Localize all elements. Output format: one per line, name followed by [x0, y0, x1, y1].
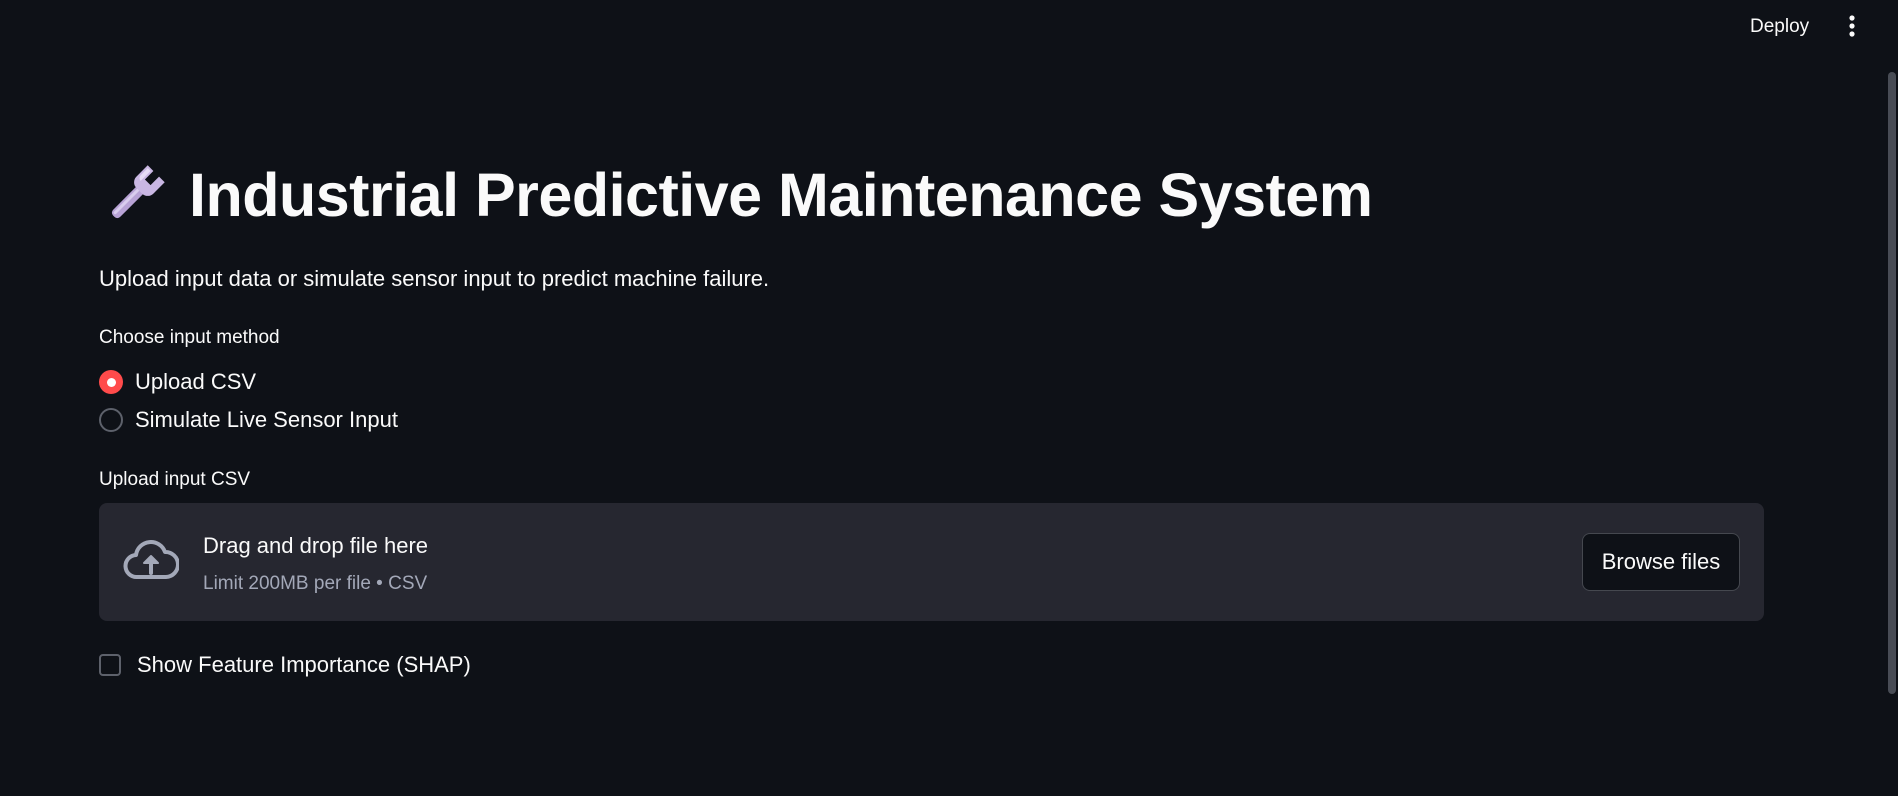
radio-option-label: Upload CSV — [135, 369, 257, 394]
radio-upload-csv[interactable]: Upload CSV — [99, 363, 1764, 401]
shap-checkbox[interactable] — [99, 654, 121, 676]
dropzone-limit-text: Limit 200MB per file • CSV — [203, 573, 428, 594]
page-scrollbar[interactable] — [1888, 72, 1896, 694]
cloud-upload-icon — [123, 540, 179, 579]
deploy-button[interactable]: Deploy — [1738, 12, 1821, 42]
input-method-radio-group: Upload CSV Simulate Live Sensor Input — [99, 363, 1764, 439]
file-uploader-label: Upload input CSV — [99, 469, 251, 490]
top-toolbar: Deploy — [0, 0, 1898, 54]
page-subtitle: Upload input data or simulate sensor inp… — [99, 266, 770, 291]
page-title: Industrial Predictive Maintenance System — [189, 161, 1373, 229]
dropzone-instructions: Drag and drop file here — [203, 533, 429, 558]
browse-files-button[interactable]: Browse files — [1582, 533, 1740, 591]
radio-selected-indicator[interactable] — [99, 370, 123, 394]
file-dropzone[interactable]: Drag and drop file here Limit 200MB per … — [99, 503, 1764, 621]
radio-unselected-indicator[interactable] — [99, 408, 123, 432]
wrench-icon — [111, 165, 165, 219]
main-menu-button[interactable] — [1836, 10, 1868, 42]
shap-checkbox-row[interactable]: Show Feature Importance (SHAP) — [99, 650, 1764, 680]
shap-checkbox-label: Show Feature Importance (SHAP) — [137, 652, 471, 677]
main-content: Industrial Predictive Maintenance System… — [99, 150, 1764, 680]
radio-simulate-sensor[interactable]: Simulate Live Sensor Input — [99, 401, 1764, 439]
page-title-row: Industrial Predictive Maintenance System — [99, 150, 1764, 240]
input-method-label: Choose input method — [99, 327, 280, 348]
radio-option-label: Simulate Live Sensor Input — [135, 407, 398, 432]
vertical-dots-icon — [1849, 15, 1855, 37]
